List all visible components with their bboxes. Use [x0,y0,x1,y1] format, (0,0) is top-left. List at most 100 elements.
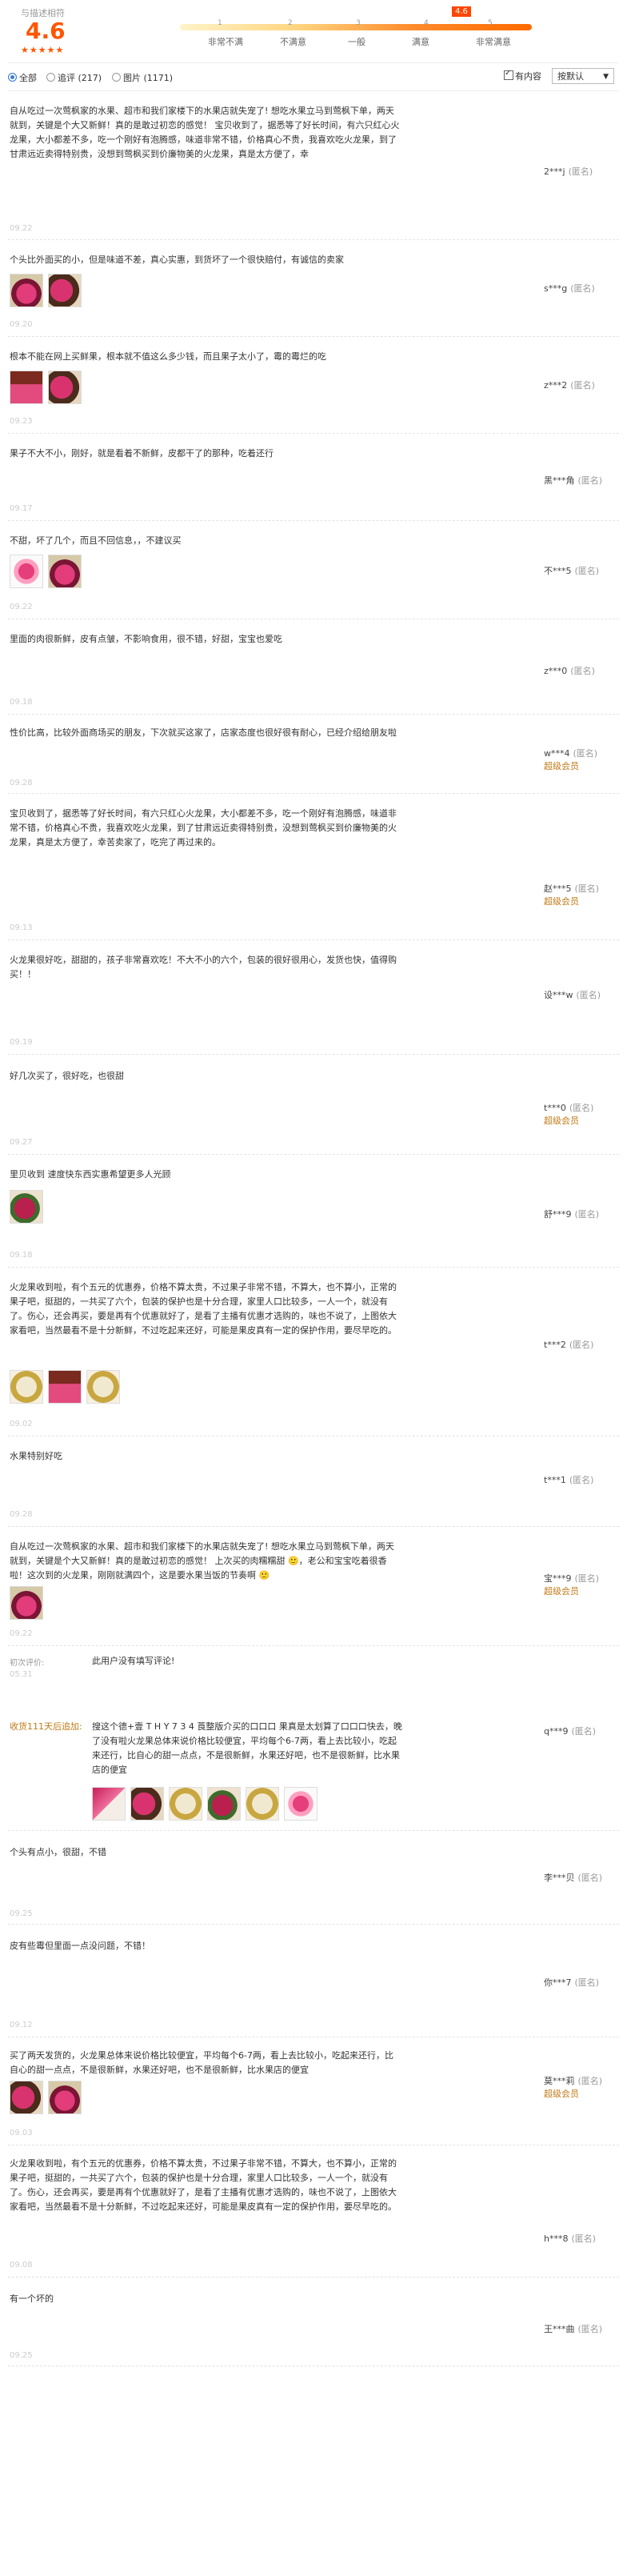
review-text: 不甜，坏了几个，而且不回信息，，不建议买 [10,535,182,546]
review-user: t***1 (匿名) [544,1475,594,1485]
review-date: 09.02 [10,1420,33,1428]
review-text: 皮有些霉但里面一点没问题，不错！ [10,1941,150,1951]
has-content-checkbox[interactable]: 有内容 [504,69,541,82]
review-date: 09.13 [10,923,33,932]
review-user: t***0 (匿名) [544,1103,594,1113]
filter-pics-radio[interactable]: 图片 (1171) [112,71,173,84]
review-item: 皮有些霉但里面一点没问题，不错！ 你***7 (匿名) 09.12 [8,1925,619,2037]
review-photos [10,2081,82,2114]
review-item: 里面的肉很新鲜，皮有点皱，不影响食用，很不错，好甜，宝宝也爱吃 z***0 (匿名… [8,619,619,715]
review-text: 自从吃过一次莺枫家的水果、超市和我们家楼下的水果店就失宠了! 想吃水果立马到莺枫… [10,1541,394,1580]
review-photos [92,1787,317,1821]
review-item: 火龙果很好吃，甜甜的，孩子非常喜欢吃！不大不小的六个，包装的很好很用心，发货也快… [8,940,619,1055]
radio-dot-icon [112,73,121,82]
review-text: 性价比高，比较外面商场买的朋友，下次就买这家了，店家态度也很好很有耐心，已经介绍… [10,727,397,738]
review-photo[interactable] [169,1787,202,1821]
review-photo[interactable] [10,2081,43,2114]
review-photo[interactable] [10,1370,43,1404]
review-photo[interactable] [10,1190,43,1224]
chevron-down-icon: ▼ [603,73,609,81]
review-photo[interactable] [48,371,82,404]
review-text: 好几次买了，很好吃，也很甜 [10,1071,124,1081]
review-photos [10,555,82,588]
review-photos [10,274,82,307]
review-date: 09.25 [10,1909,33,1918]
review-photo[interactable] [48,555,82,588]
rating-pointer: 4.6 [452,6,471,17]
review-date: 09.18 [10,698,33,707]
review-user: z***0 (匿名) [544,666,595,676]
review-photo[interactable] [284,1787,317,1821]
first-review-label: 初次评价: [10,1659,45,1668]
review-text: 买了两天发货的，火龙果总体来说价格比较便宜，平均每个6-7两，看上去比较小，吃起… [10,2050,393,2075]
review-photo[interactable] [86,1370,120,1404]
review-item: 个头有点小，很甜，不错 李***贝 (匿名) 09.25 [8,1831,619,1925]
review-text: 火龙果收到啦，有个五元的优惠券，价格不算太贵，不过果子非常不错，不算大，也不算小… [10,2158,397,2212]
review-item: 根本不能在网上买鲜果，根本就不值这么多少钱，而且果子太小了，霉的霉烂的吃 z**… [8,337,619,434]
review-text: 果子不大不小，刚好，就是看着不新鲜，皮都干了的那种，吃着还行 [10,448,274,459]
review-date: 09.22 [10,1629,33,1638]
review-item: 性价比高，比较外面商场买的朋友，下次就买这家了，店家态度也很好很有耐心，已经介绍… [8,715,619,794]
review-item: 水果特别好吃 t***1 (匿名) 09.28 [8,1436,619,1527]
review-user: 黑***角 (匿名) [544,475,603,486]
review-item: 有一个坏的 王***曲 (匿名) 09.25 [8,2278,619,2366]
review-item: 个头比外面买的小，但是味道不差，真心实惠，到货坏了一个很快赔付，有诚信的卖家 s… [8,240,619,337]
review-date: 09.22 [10,224,33,233]
review-user: q***9 (匿名) [544,1726,597,1737]
review-photos [10,1586,43,1620]
review-text: 自从吃过一次莺枫家的水果、超市和我们家楼下的水果店就失宠了! 想吃水果立马到莺枫… [10,106,400,159]
vip-badge: 超级会员 [544,1586,579,1596]
review-date: 09.28 [10,779,33,787]
review-user: 2***j (匿名) [544,166,593,177]
review-photo[interactable] [10,1586,43,1620]
review-text: 个头比外面买的小，但是味道不差，真心实惠，到货坏了一个很快赔付，有诚信的卖家 [10,254,344,265]
review-item: 自从吃过一次莺枫家的水果、超市和我们家楼下的水果店就失宠了! 想吃水果立马到莺枫… [8,1527,619,1646]
review-user: 设***w (匿名) [544,990,601,1000]
vip-badge: 超级会员 [544,2089,579,2099]
review-text: 宝贝收到了，据悉等了好长时间，有六只红心火龙果，大小都差不多，吃一个刚好有泡腾感… [10,808,397,847]
review-photo[interactable] [246,1787,279,1821]
review-text: 根本不能在网上买鲜果，根本就不值这么多少钱，而且果子太小了，霉的霉烂的吃 [10,351,326,362]
filter-append-radio[interactable]: 追评 (217) [46,71,102,84]
review-text: 里贝收到 速度快东西实惠希望更多人光顾 [10,1169,171,1180]
follow-up-label: 收货111天后追加: [10,1721,82,1732]
review-text: 火龙果收到啦，有个五元的优惠券，价格不算太贵，不过果子非常不错，不算大，也不算小… [10,1282,397,1336]
review-item: 宝贝收到了，据悉等了好长时间，有六只红心火龙果，大小都差不多，吃一个刚好有泡腾感… [8,794,619,940]
review-date: 09.25 [10,2351,33,2360]
review-date: 09.20 [10,320,33,329]
vip-badge: 超级会员 [544,1116,579,1126]
review-date: 09.28 [10,1510,33,1519]
follow-up-text: 搜这个德+壹 T H Y 7 3 4 莨整版介买的口口口 果真是太划算了口口口快… [92,1721,402,1775]
review-text: 火龙果很好吃，甜甜的，孩子非常喜欢吃！不大不小的六个，包装的很好很用心，发货也快… [10,955,397,980]
review-photo[interactable] [48,2081,82,2114]
review-photo[interactable] [10,274,43,307]
review-item: 初次评价: 此用户没有填写评论! 05.31 收货111天后追加: 搜这个德+壹… [8,1646,619,1831]
review-date: 09.27 [10,1138,33,1147]
review-item: 自从吃过一次莺枫家的水果、超市和我们家楼下的水果店就失宠了! 想吃水果立马到莺枫… [8,91,619,240]
review-text: 此用户没有填写评论! [92,1656,175,1666]
vip-badge: 超级会员 [544,896,579,907]
review-date: 09.12 [10,2021,33,2029]
review-photo[interactable] [130,1787,164,1821]
review-user: 宝***9 (匿名) [544,1573,600,1584]
review-photo[interactable] [92,1787,126,1821]
review-date: 09.17 [10,504,33,513]
tick-3: 3 [356,19,361,27]
review-photo[interactable] [10,371,43,404]
radio-dot-icon [8,73,17,82]
review-item: 火龙果收到啦，有个五元的优惠券，价格不算太贵，不过果子非常不错，不算大，也不算小… [8,1268,619,1436]
tick-1: 1 [218,19,222,27]
filter-all-radio[interactable]: 全部 [8,71,37,84]
review-photo[interactable] [48,1370,82,1404]
review-photo[interactable] [10,555,43,588]
review-photo[interactable] [48,274,82,307]
sort-select[interactable]: 按默认 ▼ [552,68,614,84]
review-item: 果子不大不小，刚好，就是看着不新鲜，皮都干了的那种，吃着还行 黑***角 (匿名)… [8,434,619,521]
vip-badge: 超级会员 [544,761,579,771]
review-user: w***4 (匿名) [544,748,598,759]
review-user: 赵***5 (匿名) [544,883,600,894]
tick-4: 4 [424,19,429,27]
review-text: 有一个坏的 [10,2294,54,2304]
review-user: 你***7 (匿名) [544,1977,600,1988]
review-photo[interactable] [207,1787,241,1821]
